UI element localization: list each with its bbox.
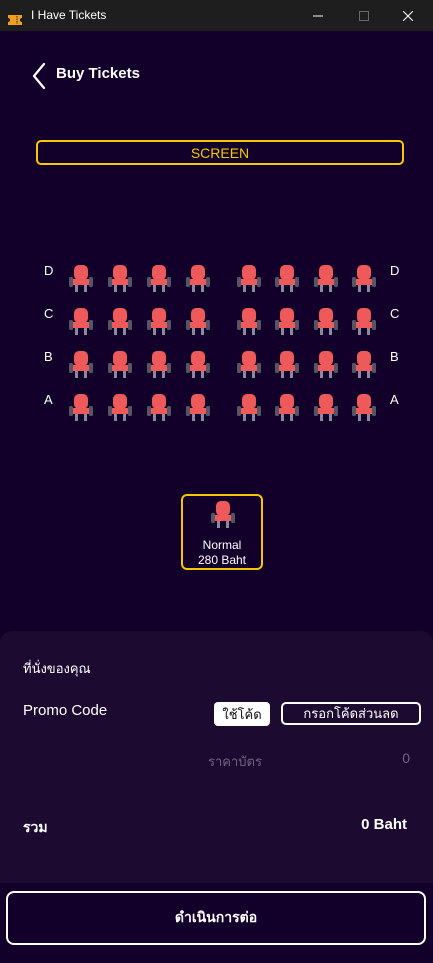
seat-icon xyxy=(186,393,210,421)
seat-icon xyxy=(352,350,376,378)
seat-icon xyxy=(69,393,93,421)
seat-a2[interactable] xyxy=(108,393,132,421)
seat-b1[interactable] xyxy=(69,350,93,378)
minimize-icon xyxy=(313,11,323,21)
promo-code-label: Promo Code xyxy=(23,702,108,719)
seat-icon xyxy=(69,350,93,378)
seat-d5[interactable] xyxy=(237,264,261,292)
seat-a7[interactable] xyxy=(314,393,338,421)
seat-icon xyxy=(314,393,338,421)
your-seats-label: ที่นั่งของคุณ xyxy=(23,661,91,676)
seat-icon xyxy=(147,264,171,292)
seat-type-name: Normal xyxy=(202,538,242,552)
seat-icon xyxy=(108,264,132,292)
seat-c7[interactable] xyxy=(314,307,338,335)
seat-b4[interactable] xyxy=(186,350,210,378)
seat-icon xyxy=(314,350,338,378)
seat-icon xyxy=(237,307,261,335)
seat-b8[interactable] xyxy=(352,350,376,378)
seat-d6[interactable] xyxy=(275,264,299,292)
seat-icon xyxy=(314,307,338,335)
seat-d2[interactable] xyxy=(108,264,132,292)
seat-c1[interactable] xyxy=(69,307,93,335)
seat-b3[interactable] xyxy=(147,350,171,378)
seat-icon xyxy=(108,307,132,335)
seat-b6[interactable] xyxy=(275,350,299,378)
promo-code-input[interactable] xyxy=(281,702,421,725)
total-label: รวม xyxy=(23,819,48,835)
row-label-left-d: D xyxy=(44,263,54,278)
chevron-left-icon xyxy=(30,62,50,96)
row-label-right-b: B xyxy=(390,349,399,364)
seat-icon xyxy=(352,264,376,292)
row-label-right-d: D xyxy=(390,263,400,278)
seat-a5[interactable] xyxy=(237,393,261,421)
seat-a6[interactable] xyxy=(275,393,299,421)
seat-icon xyxy=(69,264,93,292)
seat-icon xyxy=(237,350,261,378)
seat-icon xyxy=(186,307,210,335)
seat-d3[interactable] xyxy=(147,264,171,292)
row-label-right-c: C xyxy=(390,306,400,321)
seat-c6[interactable] xyxy=(275,307,299,335)
seat-c4[interactable] xyxy=(186,307,210,335)
seat-d7[interactable] xyxy=(314,264,338,292)
row-label-right-a: A xyxy=(390,392,399,407)
ticket-price-value: 0 xyxy=(402,750,410,766)
seat-d8[interactable] xyxy=(352,264,376,292)
seat-icon xyxy=(69,307,93,335)
seat-icon xyxy=(275,264,299,292)
seat-icon xyxy=(352,307,376,335)
seat-type-price: 280 Baht xyxy=(197,553,247,567)
seat-a1[interactable] xyxy=(69,393,93,421)
seat-icon xyxy=(108,350,132,378)
seat-c2[interactable] xyxy=(108,307,132,335)
seat-icon xyxy=(352,393,376,421)
seat-d1[interactable] xyxy=(69,264,93,292)
seat-b5[interactable] xyxy=(237,350,261,378)
row-label-left-a: A xyxy=(44,392,53,407)
ticket-icon xyxy=(8,10,22,25)
seat-icon xyxy=(147,393,171,421)
minimize-button[interactable] xyxy=(295,0,341,31)
seat-a8[interactable] xyxy=(352,393,376,421)
maximize-icon xyxy=(359,10,369,21)
seat-c8[interactable] xyxy=(352,307,376,335)
page-title: Buy Tickets xyxy=(56,65,140,82)
use-code-button[interactable]: ใช้โค้ด xyxy=(214,702,270,726)
seat-d4[interactable] xyxy=(186,264,210,292)
continue-button[interactable]: ดำเนินการต่อ xyxy=(6,891,426,945)
row-label-left-c: C xyxy=(44,306,54,321)
seat-c5[interactable] xyxy=(237,307,261,335)
seat-a4[interactable] xyxy=(186,393,210,421)
maximize-button[interactable] xyxy=(341,0,387,31)
seat-icon xyxy=(275,307,299,335)
window-titlebar: I Have Tickets xyxy=(0,0,433,31)
seat-a3[interactable] xyxy=(147,393,171,421)
seat-icon xyxy=(186,350,210,378)
window-title: I Have Tickets xyxy=(31,8,107,22)
seat-icon xyxy=(237,393,261,421)
seat-icon xyxy=(211,500,235,528)
seat-icon xyxy=(108,393,132,421)
close-icon xyxy=(403,10,413,21)
booking-summary: ที่นั่งของคุณ Promo Code ใช้โค้ด ราคาบัต… xyxy=(0,631,433,883)
row-label-left-b: B xyxy=(44,349,53,364)
total-value: 0 Baht xyxy=(361,816,407,833)
close-button[interactable] xyxy=(385,0,431,31)
seat-type-normal[interactable]: Normal 280 Baht xyxy=(181,494,263,570)
seat-icon xyxy=(147,307,171,335)
ticket-price-label: ราคาบัตร xyxy=(208,754,262,769)
seat-icon xyxy=(275,393,299,421)
seat-icon xyxy=(275,350,299,378)
seat-b2[interactable] xyxy=(108,350,132,378)
seat-b7[interactable] xyxy=(314,350,338,378)
seat-icon xyxy=(147,350,171,378)
screen-indicator: SCREEN xyxy=(36,140,404,165)
seat-c3[interactable] xyxy=(147,307,171,335)
back-button[interactable] xyxy=(30,62,50,92)
seat-icon xyxy=(237,264,261,292)
seat-icon xyxy=(186,264,210,292)
seat-icon xyxy=(314,264,338,292)
